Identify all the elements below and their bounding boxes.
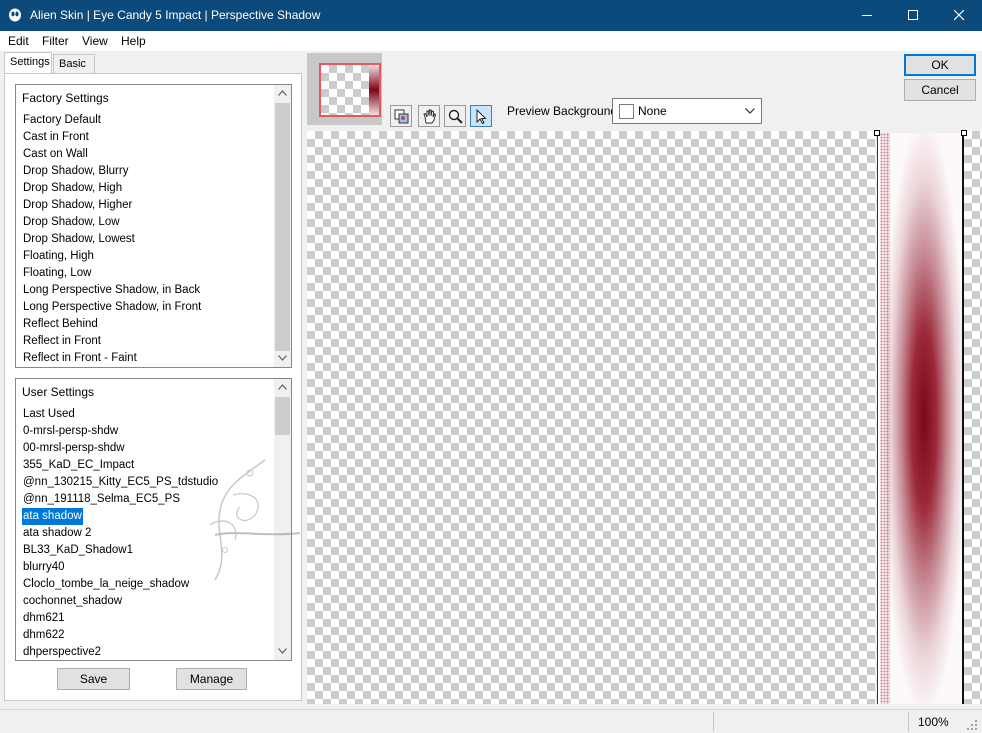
list-item[interactable]: @nn_130215_Kitty_EC5_PS_tdstudio <box>22 474 219 491</box>
scroll-down-button[interactable] <box>274 643 291 660</box>
pointer-icon <box>476 109 487 124</box>
factory-settings-items: Factory Default Cast in Front Cast on Wall… <box>22 112 202 367</box>
resize-grip-icon[interactable] <box>966 719 978 731</box>
zoom-tool-button[interactable] <box>444 105 466 127</box>
list-item[interactable]: blurry40 <box>22 559 219 576</box>
zoom-level: 100% <box>918 715 949 729</box>
window-title: Alien Skin | Eye Candy 5 Impact | Perspe… <box>30 8 321 22</box>
selection-handle[interactable] <box>874 130 880 136</box>
status-separator <box>713 712 714 732</box>
status-bar: 100% <box>0 709 982 733</box>
zoom-icon <box>448 109 463 124</box>
shadow-gradient <box>886 133 962 704</box>
hand-icon <box>423 109 437 124</box>
factory-settings-header: Factory Settings <box>22 91 109 105</box>
list-item[interactable]: dhm621 <box>22 610 219 627</box>
shadow-preview[interactable] <box>877 133 964 704</box>
minimize-icon <box>862 15 872 16</box>
navigator-view-rect[interactable] <box>319 63 381 117</box>
tab-settings[interactable]: Settings <box>4 52 52 74</box>
list-item[interactable]: Drop Shadow, Low <box>22 214 202 231</box>
menu-filter[interactable]: Filter <box>42 34 69 48</box>
status-separator <box>908 712 909 732</box>
list-item[interactable]: ata shadow <box>22 508 83 525</box>
list-item[interactable]: Long Perspective Shadow, in Back <box>22 282 202 299</box>
list-item[interactable]: 00-mrsl-persp-shdw <box>22 440 219 457</box>
list-item[interactable]: 355_KaD_EC_Impact <box>22 457 219 474</box>
preview-background-value: None <box>638 104 667 118</box>
save-button[interactable]: Save <box>57 668 130 690</box>
shadow-edge-dither <box>880 133 890 704</box>
pointer-tool-button[interactable] <box>470 105 492 127</box>
scroll-thumb[interactable] <box>275 397 290 435</box>
preview-toggle-button[interactable] <box>390 105 412 127</box>
manage-button[interactable]: Manage <box>176 668 247 690</box>
list-item[interactable]: Cloclo_tombe_la_neige_shadow <box>22 576 219 593</box>
list-item[interactable]: @nn_191118_Selma_EC5_PS <box>22 491 219 508</box>
chevron-down-icon <box>745 108 755 114</box>
list-item[interactable]: Drop Shadow, High <box>22 180 202 197</box>
list-item[interactable]: Cast on Wall <box>22 146 202 163</box>
chevron-down-icon <box>278 355 287 361</box>
background-swatch <box>619 104 634 119</box>
factory-settings-list[interactable]: Factory Settings Factory Default Cast in … <box>15 84 292 368</box>
list-item[interactable]: Long Perspective Shadow, in Front <box>22 299 202 316</box>
ok-button[interactable]: OK <box>904 54 976 76</box>
menu-help[interactable]: Help <box>121 34 146 48</box>
list-item[interactable]: ata shadow 2 <box>22 525 219 542</box>
close-button[interactable] <box>936 0 982 31</box>
list-item[interactable]: dhm622 <box>22 627 219 644</box>
list-item[interactable]: Drop Shadow, Lowest <box>22 231 202 248</box>
maximize-button[interactable] <box>890 0 936 31</box>
selection-handle[interactable] <box>961 130 967 136</box>
cancel-button[interactable]: Cancel <box>904 79 976 101</box>
list-item[interactable]: Drop Shadow, Blurry <box>22 163 202 180</box>
app-icon <box>9 8 21 22</box>
preview-canvas-edge <box>964 131 982 704</box>
scroll-up-button[interactable] <box>274 379 291 396</box>
list-item[interactable]: Factory Default <box>22 112 202 129</box>
list-item[interactable]: Reflect Behind <box>22 316 202 333</box>
scroll-up-button[interactable] <box>274 85 291 102</box>
list-item[interactable]: cochonnet_shadow <box>22 593 219 610</box>
list-item[interactable]: Last Used <box>22 406 219 423</box>
menu-view[interactable]: View <box>82 34 108 48</box>
chevron-up-icon <box>278 90 287 96</box>
navigator-shadow-preview <box>369 65 379 115</box>
user-settings-items: Last Used 0-mrsl-persp-shdw 00-mrsl-persp-… <box>22 406 219 660</box>
list-item[interactable]: Reflect in Front - Faint <box>22 350 202 367</box>
factory-scrollbar[interactable] <box>274 85 291 367</box>
list-item[interactable]: Floating, Low <box>22 265 202 282</box>
preview-toggle-icon <box>394 109 409 124</box>
preview-background-label: Preview Background: <box>507 104 621 118</box>
scroll-down-button[interactable] <box>274 350 291 367</box>
hand-tool-button[interactable] <box>418 105 440 127</box>
tab-basic[interactable]: Basic <box>53 54 95 74</box>
list-item[interactable]: Drop Shadow, Higher <box>22 197 202 214</box>
list-item[interactable]: 0-mrsl-persp-shdw <box>22 423 219 440</box>
preview-navigator[interactable] <box>307 53 382 125</box>
menu-edit[interactable]: Edit <box>8 34 29 48</box>
list-item[interactable]: BL33_KaD_Shadow1 <box>22 542 219 559</box>
scroll-thumb[interactable] <box>275 103 290 351</box>
maximize-icon <box>908 10 918 20</box>
chevron-up-icon <box>278 384 287 390</box>
preview-canvas[interactable] <box>307 131 875 704</box>
title-bar: Alien Skin | Eye Candy 5 Impact | Perspe… <box>0 0 982 31</box>
minimize-button[interactable] <box>844 0 890 31</box>
menu-bar: Edit Filter View Help <box>0 31 982 51</box>
list-item[interactable]: dhperspective2 <box>22 644 219 660</box>
chevron-down-icon <box>278 648 287 654</box>
user-settings-header: User Settings <box>22 385 95 399</box>
list-item[interactable]: Cast in Front <box>22 129 202 146</box>
watermark-signature <box>209 459 301 581</box>
close-icon <box>954 10 965 21</box>
list-item[interactable]: Reflect in Front <box>22 333 202 350</box>
list-item[interactable]: Floating, High <box>22 248 202 265</box>
preview-background-select[interactable]: None <box>612 98 762 124</box>
list-item-row: ata shadow <box>22 508 219 525</box>
